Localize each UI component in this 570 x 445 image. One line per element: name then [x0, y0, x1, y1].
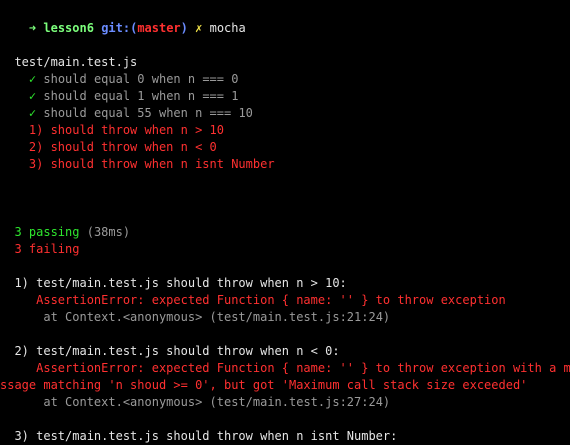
- terminal-window[interactable]: ➜ lesson6 git:(master) ✗ mocha test/main…: [0, 0, 570, 443]
- failure-header: 3) test/main.test.js should throw when n…: [14, 429, 398, 443]
- test-passed-title: should equal 1 when n === 1: [43, 89, 239, 103]
- passing-count: 3 passing: [14, 225, 80, 239]
- failure-error: AssertionError: expected Function { name…: [36, 361, 570, 375]
- failing-count: 3 failing: [14, 242, 80, 256]
- prompt-command: mocha: [209, 21, 246, 35]
- test-failed-item: 1) should throw when n > 10: [28, 123, 224, 137]
- prompt-directory: lesson6: [43, 21, 94, 35]
- failure-stack: at Context.<anonymous> (test/main.test.j…: [43, 310, 391, 324]
- prompt-dirty-icon: ✗: [195, 21, 203, 35]
- failure-stack: at Context.<anonymous> (test/main.test.j…: [43, 395, 391, 409]
- summary-failing: 3 failing: [0, 241, 570, 258]
- test-passed-item: ✓ should equal 1 when n === 1: [0, 88, 570, 105]
- prompt-git-label: git:(: [101, 21, 138, 35]
- check-icon: ✓: [28, 106, 37, 120]
- prompt-git-close: ): [180, 21, 188, 35]
- summary-passing: 3 passing (38ms): [0, 224, 570, 241]
- check-icon: ✓: [28, 72, 37, 86]
- failure-header: 1) test/main.test.js should throw when n…: [14, 276, 347, 290]
- test-passed-title: should equal 0 when n === 0: [43, 72, 239, 86]
- test-passed-item: ✓ should equal 55 when n === 10: [0, 105, 570, 122]
- test-failed-item: 2) should throw when n < 0: [28, 140, 217, 154]
- failure-error-continued: ssage matching 'n shoud >= 0', but got '…: [0, 378, 528, 392]
- prompt-line: ➜ lesson6 git:(master) ✗ mocha: [0, 3, 570, 35]
- check-icon: ✓: [28, 89, 37, 103]
- test-passed-item: ✓ should equal 0 when n === 0: [0, 71, 570, 88]
- failure-error: AssertionError: expected Function { name…: [36, 293, 506, 307]
- prompt-git-branch: master: [137, 21, 181, 35]
- test-passed-title: should equal 55 when n === 10: [43, 106, 253, 120]
- suite-title: test/main.test.js: [14, 55, 138, 69]
- failure-header: 2) test/main.test.js should throw when n…: [14, 344, 340, 358]
- test-failed-item: 3) should throw when n isnt Number: [28, 157, 275, 171]
- passing-time: (38ms): [86, 225, 131, 239]
- prompt-arrow-icon: ➜: [28, 21, 37, 35]
